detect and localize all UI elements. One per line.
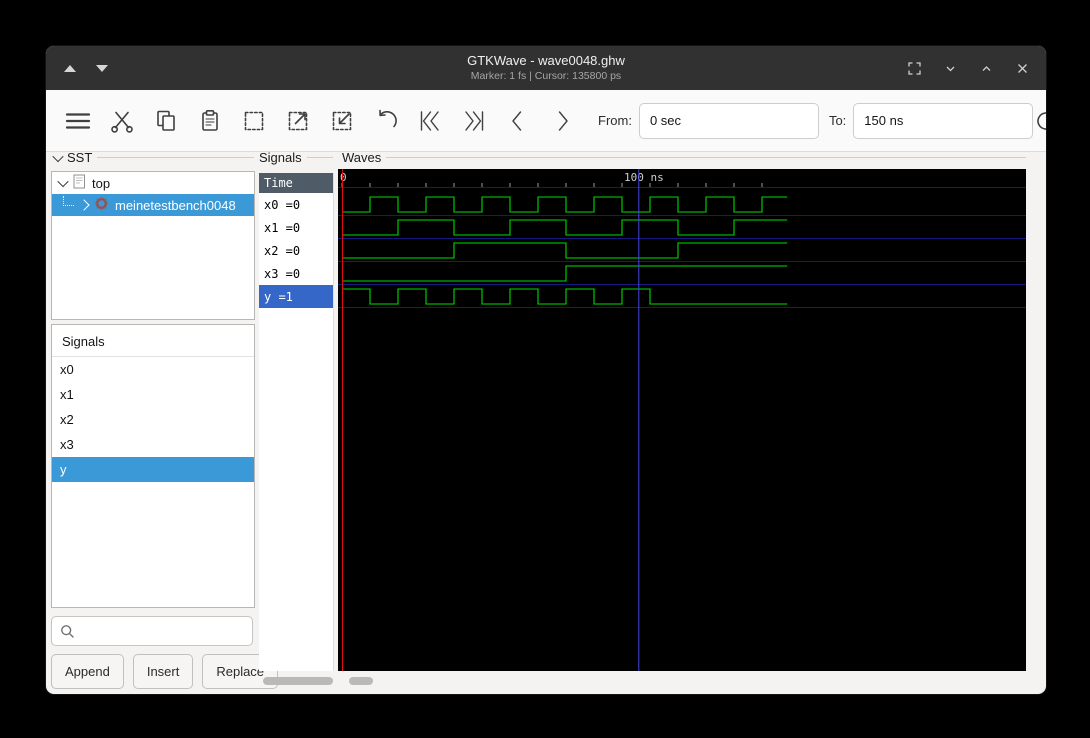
time-header[interactable]: Time xyxy=(259,173,333,193)
wave-row-label-x2[interactable]: x2 =0 xyxy=(259,239,333,262)
sst-collapse-icon[interactable] xyxy=(52,150,64,162)
zoom-fit-button[interactable] xyxy=(236,103,272,139)
scroll-up-icon[interactable] xyxy=(64,64,76,72)
timeline-label-100ns: 100 ns xyxy=(624,171,664,184)
toolbar-icon-group xyxy=(60,103,588,139)
wave-signals-caption-rule xyxy=(306,157,333,158)
zoom-in-arrow-icon xyxy=(332,111,352,130)
paste-button[interactable] xyxy=(192,103,228,139)
search-icon xyxy=(61,624,74,638)
signal-list-item-x0[interactable]: x0 xyxy=(52,357,254,382)
skip-to-start-button[interactable] xyxy=(412,103,448,139)
menu-icon xyxy=(65,112,91,129)
desktop-background: GTKWave - wave0048.ghw Marker: 1 fs | Cu… xyxy=(0,0,1090,738)
sst-caption: SST xyxy=(52,150,254,165)
skip-to-end-button[interactable] xyxy=(456,103,492,139)
from-input[interactable] xyxy=(638,102,819,139)
fit-window-icon[interactable] xyxy=(906,60,922,76)
skip-to-end-icon xyxy=(465,110,484,131)
copy-icon xyxy=(157,110,175,131)
wave-signal-name-panel: Time x0 =0 x1 =0 x2 =0 x3 =0 y =1 xyxy=(259,173,334,671)
waves-caption-label: Waves xyxy=(342,150,382,165)
wave-signals-caption: Signals xyxy=(259,150,333,165)
wave-row-label-x3[interactable]: x3 =0 xyxy=(259,262,333,285)
timeline-label-0: 0 xyxy=(340,171,347,184)
waves-caption-rule xyxy=(386,157,1026,158)
wave-row-label-x0[interactable]: x0 =0 xyxy=(259,193,333,216)
signal-search-panel: Signals x0 x1 x2 x3 y xyxy=(51,324,255,608)
signal-list-item-y[interactable]: y xyxy=(52,457,254,482)
titlebar[interactable]: GTKWave - wave0048.ghw Marker: 1 fs | Cu… xyxy=(46,46,1046,90)
wave-row-label-x1[interactable]: x1 =0 xyxy=(259,216,333,239)
to-label: To: xyxy=(828,113,847,128)
signal-list-item-x3[interactable]: x3 xyxy=(52,432,254,457)
signal-panel-hscrollbar[interactable] xyxy=(263,677,333,685)
action-button-row: Append Insert Replace xyxy=(51,654,279,689)
window-subtitle: Marker: 1 fs | Cursor: 135800 ps xyxy=(470,69,622,82)
to-input[interactable] xyxy=(853,102,1034,139)
sst-caption-rule xyxy=(97,157,254,158)
wave-canvas[interactable]: 0 100 ns xyxy=(338,169,1026,671)
copy-button[interactable] xyxy=(148,103,184,139)
signal-list-item-x2[interactable]: x2 xyxy=(52,407,254,432)
signal-list-header: Signals xyxy=(52,325,254,357)
tree-item-label: meinetestbench0048 xyxy=(115,197,236,213)
insert-button[interactable]: Insert xyxy=(132,654,194,689)
sst-caption-label: SST xyxy=(67,150,93,165)
window-title: GTKWave - wave0048.ghw xyxy=(467,53,625,69)
scroll-down-icon[interactable] xyxy=(96,64,108,72)
wave-trace-y xyxy=(342,288,788,305)
gtkwave-window: GTKWave - wave0048.ghw Marker: 1 fs | Cu… xyxy=(45,45,1047,695)
tree-item-meinetestbench0048[interactable]: meinetestbench0048 xyxy=(52,194,254,216)
zoom-in-arrow-button[interactable] xyxy=(324,103,360,139)
chevron-down-icon[interactable] xyxy=(942,60,958,76)
sst-tree: top meinetestbench0048 xyxy=(51,171,255,320)
signal-search-box xyxy=(51,616,253,646)
paste-icon xyxy=(202,109,218,131)
wave-panel-hscrollbar[interactable] xyxy=(349,677,373,685)
wave-trace-x1 xyxy=(342,219,788,236)
wave-trace-x3 xyxy=(342,265,788,282)
wave-signal-rows: x0 =0 x1 =0 x2 =0 x3 =0 y =1 xyxy=(259,193,333,308)
titlebar-text: GTKWave - wave0048.ghw Marker: 1 fs | Cu… xyxy=(467,53,625,82)
signal-list: x0 x1 x2 x3 y xyxy=(52,357,254,482)
from-label: From: xyxy=(598,113,632,128)
undo-icon xyxy=(379,109,397,127)
signal-list-item-x1[interactable]: x1 xyxy=(52,382,254,407)
cut-icon xyxy=(111,111,133,133)
chip-icon xyxy=(94,196,109,214)
zoom-fit-icon xyxy=(244,111,264,130)
reload-button[interactable] xyxy=(1033,103,1046,139)
wave-signals-caption-label: Signals xyxy=(259,150,302,165)
waves-caption: Waves xyxy=(342,150,1026,165)
append-button[interactable]: Append xyxy=(51,654,124,689)
cut-button[interactable] xyxy=(104,103,140,139)
document-icon xyxy=(73,174,86,192)
step-left-button[interactable] xyxy=(500,103,536,139)
step-left-icon xyxy=(512,110,522,131)
wave-panel[interactable]: 0 100 ns xyxy=(338,169,1026,671)
step-right-button[interactable] xyxy=(544,103,580,139)
menu-button[interactable] xyxy=(60,103,96,139)
tree-guide-line xyxy=(63,196,74,206)
zoom-out-arrow-icon xyxy=(288,111,308,130)
chevron-up-icon[interactable] xyxy=(978,60,994,76)
wave-trace-x0 xyxy=(342,196,788,213)
skip-to-start-icon xyxy=(420,110,439,131)
close-icon[interactable] xyxy=(1014,60,1030,76)
wave-row-label-y[interactable]: y =1 xyxy=(259,285,333,308)
from-field-group: From: xyxy=(598,102,819,139)
expander-open-icon[interactable] xyxy=(57,175,69,188)
expander-closed-icon[interactable] xyxy=(78,199,90,211)
tree-item-label: top xyxy=(92,175,111,191)
zoom-out-arrow-button[interactable] xyxy=(280,103,316,139)
undo-button[interactable] xyxy=(368,103,404,139)
tree-item-top[interactable]: top xyxy=(52,172,254,194)
toolbar: From: To: xyxy=(46,90,1046,152)
wave-trace-x2 xyxy=(342,242,788,259)
step-right-icon xyxy=(558,110,568,131)
to-field-group: To: xyxy=(828,102,1034,139)
search-input[interactable] xyxy=(81,622,244,640)
